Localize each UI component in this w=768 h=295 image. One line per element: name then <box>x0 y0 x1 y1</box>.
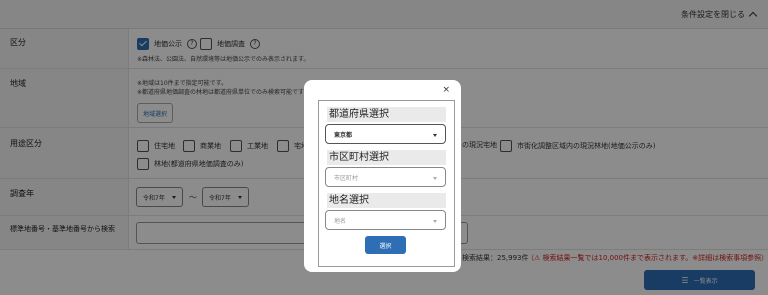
city-select[interactable]: 市区町村 <box>325 167 446 187</box>
prefecture-select[interactable]: 東京都 <box>325 124 446 144</box>
modal-content: 都道府県選択 東京都 市区町村選択 市区町村 地名選択 地名 選択 <box>318 100 455 267</box>
city-placeholder: 市区町村 <box>334 174 359 182</box>
prefecture-value: 東京都 <box>334 131 353 139</box>
select-button[interactable]: 選択 <box>365 236 406 254</box>
caret-down-icon <box>433 220 437 223</box>
prefecture-heading: 都道府県選択 <box>327 107 446 122</box>
caret-down-icon <box>433 177 437 180</box>
place-select[interactable]: 地名 <box>325 210 446 230</box>
caret-down-icon <box>433 134 437 137</box>
place-placeholder: 地名 <box>334 217 347 225</box>
close-icon[interactable]: × <box>442 85 450 95</box>
place-heading: 地名選択 <box>327 193 446 208</box>
region-select-modal: × 都道府県選択 東京都 市区町村選択 市区町村 地名選択 地名 選択 <box>304 80 461 272</box>
city-heading: 市区町村選択 <box>327 150 446 165</box>
